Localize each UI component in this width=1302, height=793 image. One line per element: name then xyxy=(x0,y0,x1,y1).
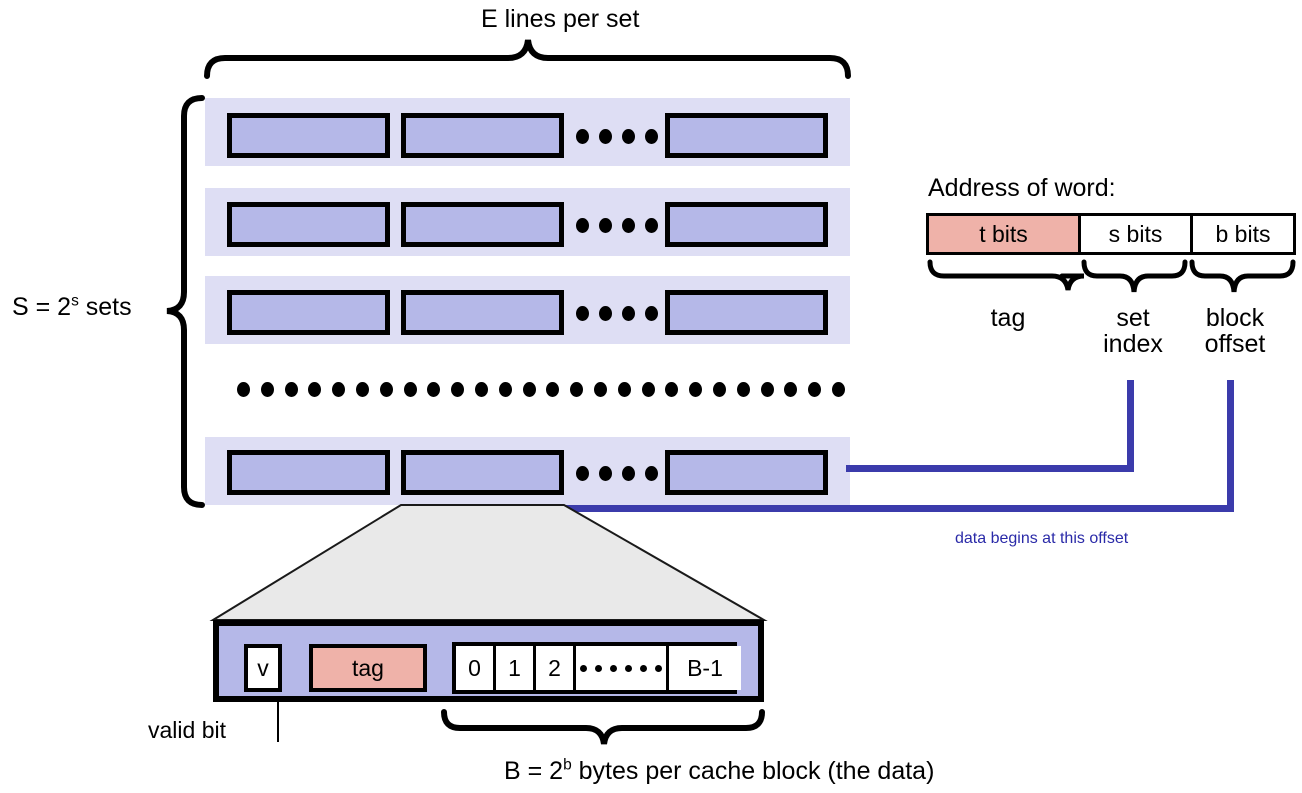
valid-bit-label: valid bit xyxy=(148,717,226,743)
ellipsis-dot xyxy=(570,382,584,397)
ellipsis-dot xyxy=(760,382,774,397)
ellipsis-dot xyxy=(641,382,655,397)
s-sets-prefix: S = 2 xyxy=(12,293,72,321)
valid-bit-pointer-line xyxy=(277,702,279,742)
ellipsis-dot xyxy=(379,382,393,397)
tag-brace xyxy=(927,259,1085,291)
ellipsis-dot xyxy=(665,382,679,397)
top-brace xyxy=(204,39,851,79)
data-ellipsis-dot xyxy=(610,664,617,672)
cache-line-box[interactable] xyxy=(665,113,828,158)
s-sets-exponent: s xyxy=(71,292,79,310)
b-bytes-suffix: bytes per cache block (the data) xyxy=(571,757,935,785)
cache-line-box-expanded[interactable] xyxy=(401,450,564,495)
ellipsis-dot xyxy=(713,382,726,397)
set-index-line1: set xyxy=(1116,304,1150,332)
left-brace xyxy=(166,95,205,508)
data-ellipsis-dot xyxy=(640,664,647,672)
expansion-trapezoid xyxy=(209,504,768,621)
cache-line-box[interactable] xyxy=(227,113,390,158)
data-byte-1[interactable]: 1 xyxy=(496,646,536,690)
b-bytes-prefix: B = 2 xyxy=(504,757,564,785)
address-brace-label-set-index: set index xyxy=(1093,305,1173,358)
ellipsis-dot xyxy=(475,382,488,397)
address-field-block-offset[interactable]: b bits xyxy=(1193,216,1293,252)
cache-line-box[interactable] xyxy=(665,202,828,247)
data-byte-last[interactable]: B-1 xyxy=(669,646,741,690)
ellipsis-dot xyxy=(237,382,250,397)
ellipsis-dot xyxy=(451,382,465,397)
set-index-line2: index xyxy=(1103,330,1163,359)
ellipsis-dot xyxy=(736,382,750,397)
cache-organization-diagram: E lines per set S = 2s sets Address of w… xyxy=(0,0,1302,793)
ellipsis-dot xyxy=(260,382,274,397)
cache-line-box[interactable] xyxy=(665,290,828,335)
address-brace-label-tag: tag xyxy=(990,304,1026,332)
b-bytes-exponent: b xyxy=(563,756,572,774)
cache-line-box[interactable] xyxy=(401,290,564,335)
s-sets-label: S = 2s sets xyxy=(12,292,132,321)
block-offset-connector-horizontal xyxy=(543,505,1234,512)
b-bytes-per-block-label: B = 2b bytes per cache block (the data) xyxy=(504,756,935,785)
data-byte-2[interactable]: 2 xyxy=(536,646,576,690)
ellipsis-dot xyxy=(308,382,322,397)
set-index-connector-horizontal xyxy=(846,465,1134,472)
cache-line-box[interactable] xyxy=(401,202,564,247)
ellipsis-dot xyxy=(427,382,441,397)
ellipsis-dot xyxy=(522,382,536,397)
ellipsis-dot xyxy=(784,382,798,397)
data-ellipsis-dot xyxy=(595,664,602,672)
cache-line-box[interactable] xyxy=(227,450,390,495)
data-offset-note: data begins at this offset xyxy=(955,530,1129,547)
ellipsis-dot xyxy=(832,382,845,397)
cache-line-box[interactable] xyxy=(227,290,390,335)
data-block-cells[interactable]: 0 1 2 B-1 xyxy=(452,642,741,694)
cache-line-box[interactable] xyxy=(665,450,828,495)
tag-cell[interactable]: tag xyxy=(309,644,427,692)
data-byte-0[interactable]: 0 xyxy=(456,646,496,690)
bottom-brace xyxy=(441,709,765,745)
ellipsis-dot xyxy=(284,382,298,397)
address-field-tag[interactable]: t bits xyxy=(929,216,1081,252)
expanded-cache-line[interactable]: v tag 0 1 2 B-1 xyxy=(213,620,764,702)
data-ellipsis-dot xyxy=(625,664,632,672)
ellipsis-dot xyxy=(332,382,346,397)
address-brace-label-block-offset: block offset xyxy=(1192,305,1278,358)
tag-brace-right xyxy=(1066,276,1084,290)
block-offset-brace xyxy=(1189,259,1296,293)
data-ellipsis-dot xyxy=(580,664,587,672)
set-index-connector-vertical xyxy=(1127,380,1134,472)
block-offset-line1: block xyxy=(1205,304,1265,332)
set-index-brace xyxy=(1081,259,1188,293)
ellipsis-dot xyxy=(808,382,822,397)
data-bytes-ellipsis xyxy=(576,646,669,690)
address-field-set-index[interactable]: s bits xyxy=(1081,216,1193,252)
block-offset-line2: offset xyxy=(1204,330,1266,359)
ellipsis-dot xyxy=(356,382,369,397)
cache-line-box[interactable] xyxy=(401,113,564,158)
e-lines-per-set-label: E lines per set xyxy=(481,5,640,33)
cache-line-box[interactable] xyxy=(227,202,390,247)
valid-bit-cell[interactable]: v xyxy=(244,644,282,692)
ellipsis-dot xyxy=(689,382,703,397)
ellipsis-dot xyxy=(594,382,607,397)
ellipsis-dot xyxy=(617,382,631,397)
data-ellipsis-dot xyxy=(655,664,662,672)
ellipsis-dot xyxy=(498,382,512,397)
ellipsis-dot xyxy=(546,382,560,397)
address-of-word-box[interactable]: t bits s bits b bits xyxy=(926,213,1296,255)
block-offset-connector-vertical xyxy=(1227,380,1234,512)
s-sets-suffix: sets xyxy=(78,293,132,321)
address-of-word-caption: Address of word: xyxy=(928,174,1116,202)
ellipsis-dot xyxy=(403,382,417,397)
